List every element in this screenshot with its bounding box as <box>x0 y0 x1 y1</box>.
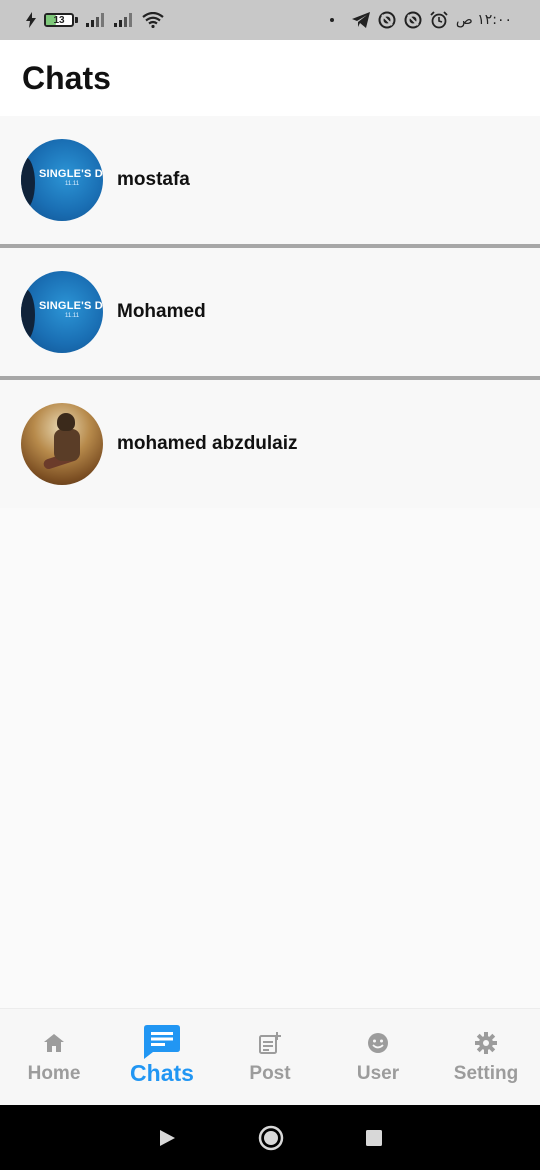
avatar-subtext: 11.11 <box>65 181 80 187</box>
post-add-icon <box>259 1032 281 1054</box>
system-navigation-bar <box>0 1105 540 1170</box>
page-title: Chats <box>22 59 111 96</box>
nav-label: Setting <box>453 1063 519 1084</box>
chat-item-mohamed[interactable]: SINGLE'S DAY 11.11 Mohamed <box>0 248 540 376</box>
nav-label: Post <box>249 1063 291 1084</box>
chat-item-mostafa[interactable]: SINGLE'S DAY 11.11 mostafa <box>0 116 540 244</box>
avatar-text: SINGLE'S DAY <box>39 300 103 312</box>
recents-square-icon[interactable] <box>366 1129 382 1146</box>
home-circle-icon[interactable] <box>258 1125 284 1151</box>
status-bar-left: 13 <box>26 12 164 28</box>
nav-post[interactable]: Post <box>216 1009 324 1105</box>
signal-icon <box>86 13 104 27</box>
chat-name: Mohamed <box>117 301 206 322</box>
signal-icon <box>114 13 132 27</box>
battery-icon: 13 <box>44 13 78 27</box>
status-time: ١٢:٠٠ ص <box>455 12 512 28</box>
user-icon <box>368 1033 388 1053</box>
avatar: SINGLE'S DAY 11.11 <box>21 271 103 353</box>
charging-icon <box>26 12 36 28</box>
avatar-subtext: 11.11 <box>65 313 80 319</box>
bottom-navigation: Home Chats Post User Setting <box>0 1008 540 1105</box>
app-header: Chats <box>0 40 540 116</box>
nav-setting[interactable]: Setting <box>432 1009 540 1105</box>
status-bar-right: ١٢:٠٠ ص <box>329 11 512 29</box>
status-bar: 13 ١٢:٠٠ ص <box>0 0 540 40</box>
avatar-text: SINGLE'S DAY <box>39 168 103 180</box>
telegram-icon <box>351 12 370 28</box>
nav-chats[interactable]: Chats <box>108 1009 216 1105</box>
chat-item-mohamed-abzdulaiz[interactable]: mohamed abzdulaiz <box>0 380 540 508</box>
chat-icon <box>144 1024 180 1059</box>
chat-list: SINGLE'S DAY 11.11 mostafa SINGLE'S DAY … <box>0 116 540 508</box>
battery-level: 13 <box>53 14 65 26</box>
settings-icon <box>475 1032 497 1054</box>
avatar <box>21 403 103 485</box>
nav-home[interactable]: Home <box>0 1009 108 1105</box>
nav-label: Chats <box>130 1059 194 1086</box>
avatar: SINGLE'S DAY 11.11 <box>21 139 103 221</box>
app-icon <box>404 11 422 29</box>
notification-dot-icon <box>329 18 334 22</box>
nav-label: Home <box>27 1063 81 1084</box>
wifi-icon <box>142 12 164 28</box>
home-icon <box>44 1034 64 1052</box>
alarm-icon <box>430 11 448 29</box>
chat-name: mostafa <box>117 169 190 190</box>
nav-label: User <box>356 1063 400 1084</box>
app-icon <box>378 11 396 29</box>
back-triangle-icon[interactable] <box>158 1129 176 1147</box>
nav-user[interactable]: User <box>324 1009 432 1105</box>
chat-name: mohamed abzdulaiz <box>117 433 298 454</box>
